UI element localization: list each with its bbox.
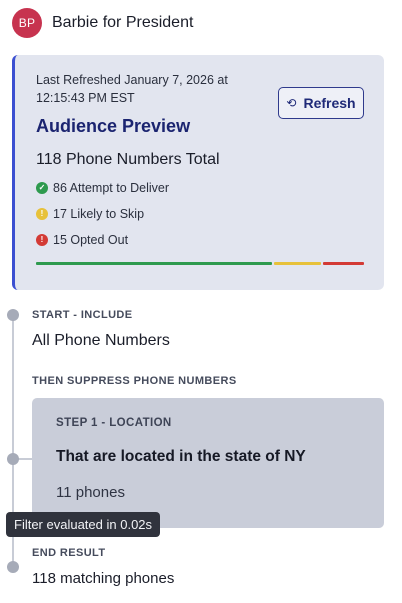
- refresh-icon: ⟲: [286, 96, 297, 110]
- timeline-dot-step: [7, 453, 19, 465]
- step-label: STEP 1 - LOCATION: [56, 417, 172, 429]
- end-result-value: 118 matching phones: [32, 570, 175, 587]
- filter-tooltip: Filter evaluated in 0.02s: [6, 512, 161, 537]
- bar-segment-skip: [274, 262, 321, 265]
- start-label: START - INCLUDE: [32, 309, 133, 321]
- last-refreshed-text: Last Refreshed January 7, 2026 at 12:15:…: [36, 73, 228, 105]
- stat-label: 86 Attempt to Deliver: [53, 181, 170, 195]
- end-result-label: END RESULT: [32, 547, 106, 559]
- stat-attempt-to-deliver: ✓ 86 Attempt to Deliver: [36, 181, 169, 195]
- stat-label: 15 Opted Out: [53, 233, 129, 247]
- org-name: Barbie for President: [52, 14, 194, 31]
- step-description: That are located in the state of NY: [56, 448, 306, 465]
- phone-total: 118 Phone Numbers Total: [36, 151, 220, 168]
- stat-label: 17 Likely to Skip: [53, 207, 145, 221]
- stat-opted-out: ! 15 Opted Out: [36, 233, 128, 247]
- bar-segment-opted-out: [322, 262, 364, 265]
- start-value: All Phone Numbers: [32, 332, 170, 349]
- distribution-bar: [36, 262, 364, 265]
- suppress-label: THEN SUPPRESS PHONE NUMBERS: [32, 375, 237, 387]
- step-card-location[interactable]: STEP 1 - LOCATION That are located in th…: [32, 398, 384, 528]
- refresh-button-label: Refresh: [303, 95, 356, 111]
- timeline-dot-end: [7, 561, 19, 573]
- timeline-dot-start: [7, 309, 19, 321]
- audience-preview-card: Last Refreshed January 7, 2026 at 12:15:…: [12, 55, 384, 290]
- step-count: 11 phones: [56, 484, 125, 501]
- org-header: BP Barbie for President: [12, 8, 193, 38]
- bar-segment-deliver: [36, 262, 273, 265]
- stat-likely-to-skip: ! 17 Likely to Skip: [36, 207, 144, 221]
- refresh-button[interactable]: ⟲ Refresh: [278, 87, 364, 119]
- warning-circle-icon: !: [36, 208, 48, 220]
- avatar[interactable]: BP: [12, 8, 42, 38]
- error-circle-icon: !: [36, 234, 48, 246]
- card-title: Audience Preview: [36, 116, 191, 136]
- check-circle-icon: ✓: [36, 182, 48, 194]
